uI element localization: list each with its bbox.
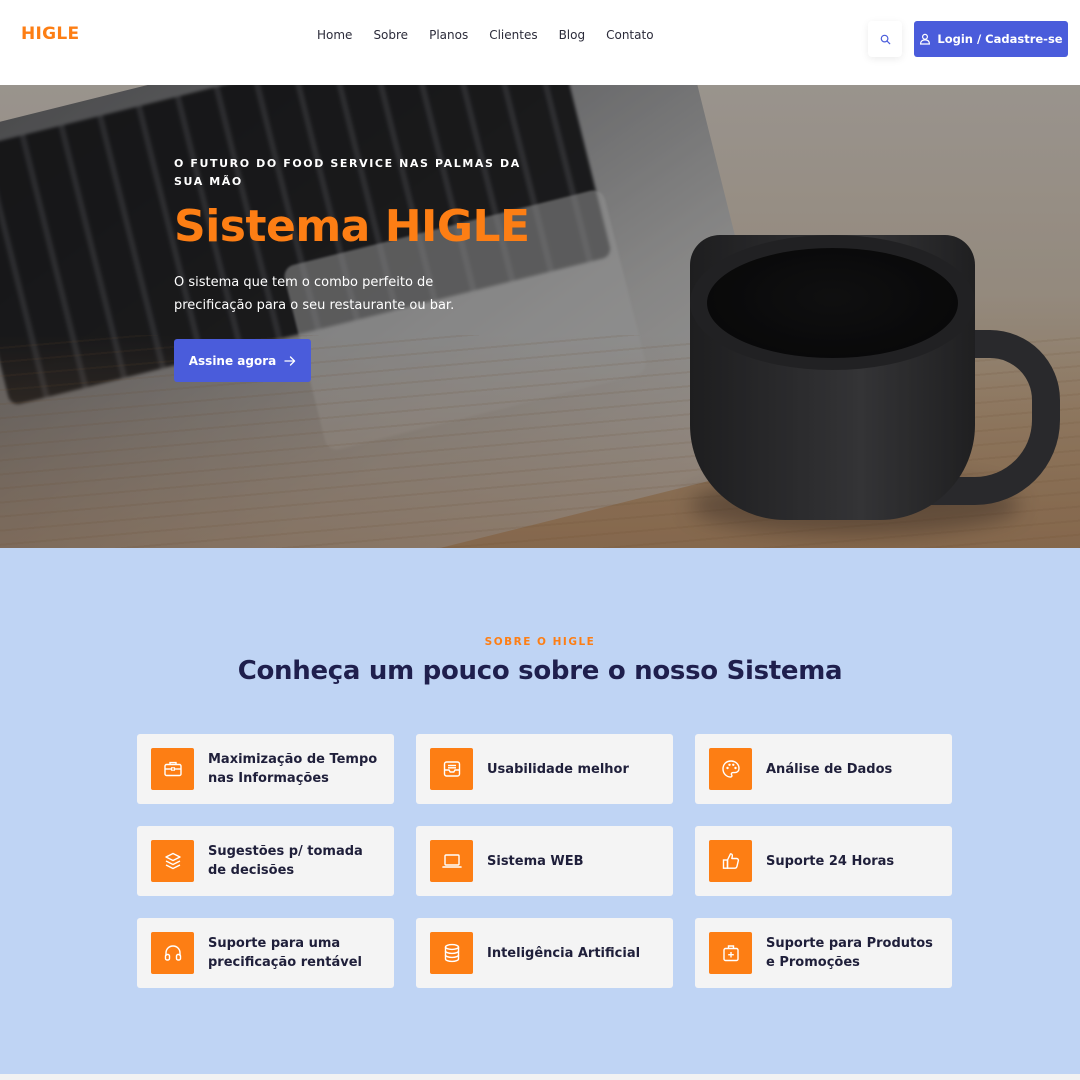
feature-card-usability: Usabilidade melhor (416, 734, 673, 804)
feature-card-time: Maximização de Tempo nas Informações (137, 734, 394, 804)
feature-card-pricing: Suporte para uma precificação rentável (137, 918, 394, 988)
nav-item-blog[interactable]: Blog (559, 28, 586, 42)
site-header: HIGLE Home Sobre Planos Clientes Blog Co… (0, 0, 1080, 85)
login-signup-button[interactable]: Login / Cadastre-se (914, 21, 1068, 57)
arrow-right-icon (284, 355, 296, 366)
hero-title: Sistema HIGLE (174, 201, 530, 252)
feature-label: Análise de Dados (766, 761, 893, 777)
search-button[interactable] (868, 21, 902, 57)
nav-item-sobre[interactable]: Sobre (373, 28, 408, 42)
login-label: Login / Cadastre-se (937, 32, 1063, 46)
feature-label: Inteligência Artificial (487, 945, 641, 961)
about-section: SOBRE O HIGLE Conheça um pouco sobre o n… (0, 548, 1080, 1074)
hero-kicker: O FUTURO DO FOOD SERVICE NAS PALMAS DA S… (174, 157, 521, 188)
search-icon (880, 34, 890, 44)
layers-icon (151, 840, 194, 882)
feature-label: Suporte para uma precificação rentável (208, 936, 362, 970)
hero-overlay (0, 85, 1080, 548)
feature-card-ai: Inteligência Artificial (416, 918, 673, 988)
briefcase-icon (151, 748, 194, 790)
thumbs-up-icon (709, 840, 752, 882)
laptop-icon (430, 840, 473, 882)
feature-card-web: Sistema WEB (416, 826, 673, 896)
logo[interactable]: HIGLE (21, 24, 79, 44)
feature-label: Suporte para Produtos e Promoções (766, 936, 933, 970)
nav-item-planos[interactable]: Planos (429, 28, 468, 42)
about-title: Conheça um pouco sobre o nosso Sistema (237, 656, 843, 686)
inbox-icon (430, 748, 473, 790)
feature-card-products: Suporte para Produtos e Promoções (695, 918, 952, 988)
footer-edge (0, 1074, 1080, 1080)
feature-label: Sistema WEB (487, 853, 584, 869)
nav-item-clientes[interactable]: Clientes (489, 28, 537, 42)
hero-content: O FUTURO DO FOOD SERVICE NAS PALMAS DA S… (174, 155, 534, 382)
nav-item-contato[interactable]: Contato (606, 28, 653, 42)
feature-card-suggestions: Sugestões p/ tomada de decisões (137, 826, 394, 896)
feature-label: Sugestões p/ tomada de decisões (208, 844, 363, 878)
database-icon (430, 932, 473, 974)
subscribe-label: Assine agora (188, 353, 277, 368)
feature-card-support: Suporte 24 Horas (695, 826, 952, 896)
first-aid-icon (709, 932, 752, 974)
feature-card-data: Análise de Dados (695, 734, 952, 804)
nav-item-home[interactable]: Home (317, 28, 352, 42)
feature-label: Maximização de Tempo nas Informações (208, 752, 378, 786)
feature-label: Usabilidade melhor (487, 761, 629, 777)
subscribe-button[interactable]: Assine agora (174, 339, 311, 382)
feature-label: Suporte 24 Horas (766, 853, 895, 869)
hero-section: O FUTURO DO FOOD SERVICE NAS PALMAS DA S… (0, 85, 1080, 548)
headphones-icon (151, 932, 194, 974)
about-kicker: SOBRE O HIGLE (484, 636, 596, 648)
main-nav: Home Sobre Planos Clientes Blog Contato (317, 28, 675, 42)
user-icon (920, 33, 931, 45)
hero-description: O sistema que tem o combo perfeito de pr… (174, 275, 455, 313)
palette-icon (709, 748, 752, 790)
